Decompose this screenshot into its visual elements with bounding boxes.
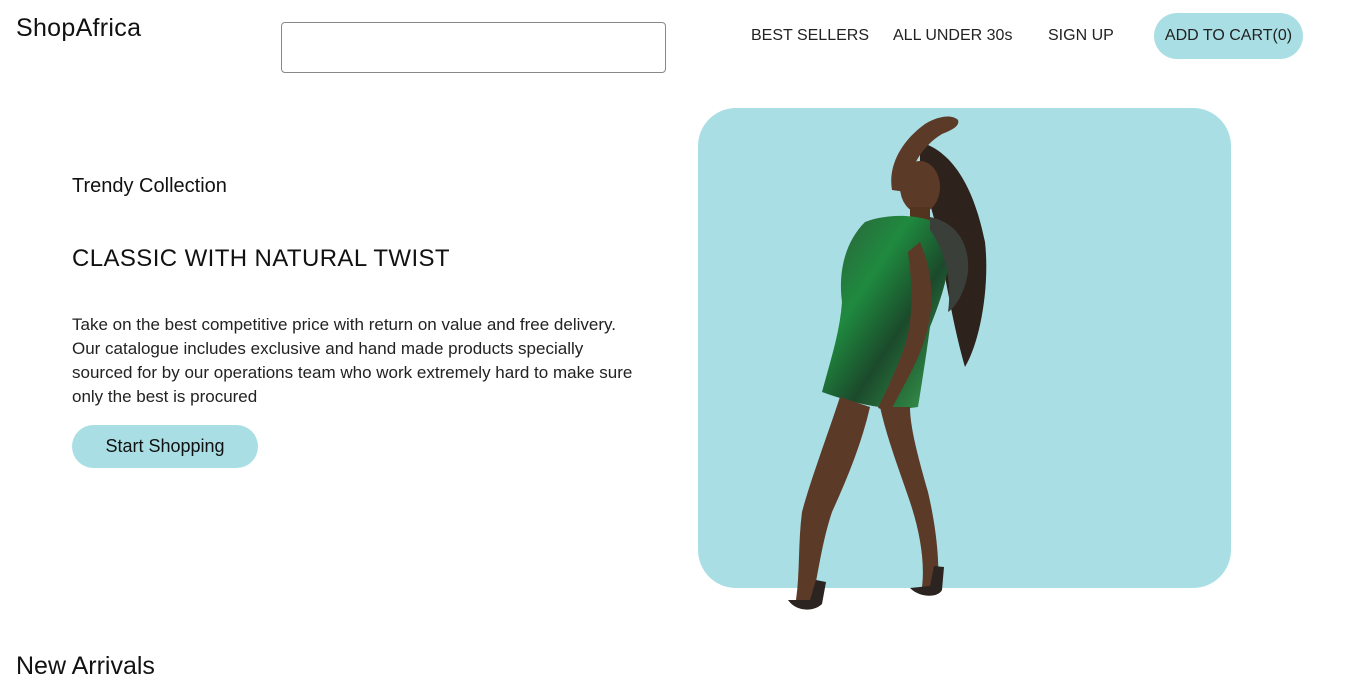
start-shopping-button[interactable]: Start Shopping xyxy=(72,425,258,468)
nav-best-sellers[interactable]: BEST SELLERS xyxy=(751,26,869,46)
new-arrivals-title: New Arrivals xyxy=(16,652,155,680)
hero-model-image xyxy=(788,116,987,610)
logo[interactable]: ShopAfrica xyxy=(16,14,141,43)
add-to-cart-button[interactable]: ADD TO CART(0) xyxy=(1154,13,1303,59)
search-input[interactable] xyxy=(281,22,666,73)
hero-headline: CLASSIC WITH NATURAL TWIST xyxy=(72,245,450,272)
page: ShopAfrica BEST SELLERS ALL UNDER 30s SI… xyxy=(0,0,1366,694)
nav-sign-up[interactable]: SIGN UP xyxy=(1048,26,1114,46)
hero-eyebrow: Trendy Collection xyxy=(72,175,227,197)
nav-all-under-30s[interactable]: ALL UNDER 30s xyxy=(893,26,1012,46)
hero-description: Take on the best competitive price with … xyxy=(72,315,633,406)
